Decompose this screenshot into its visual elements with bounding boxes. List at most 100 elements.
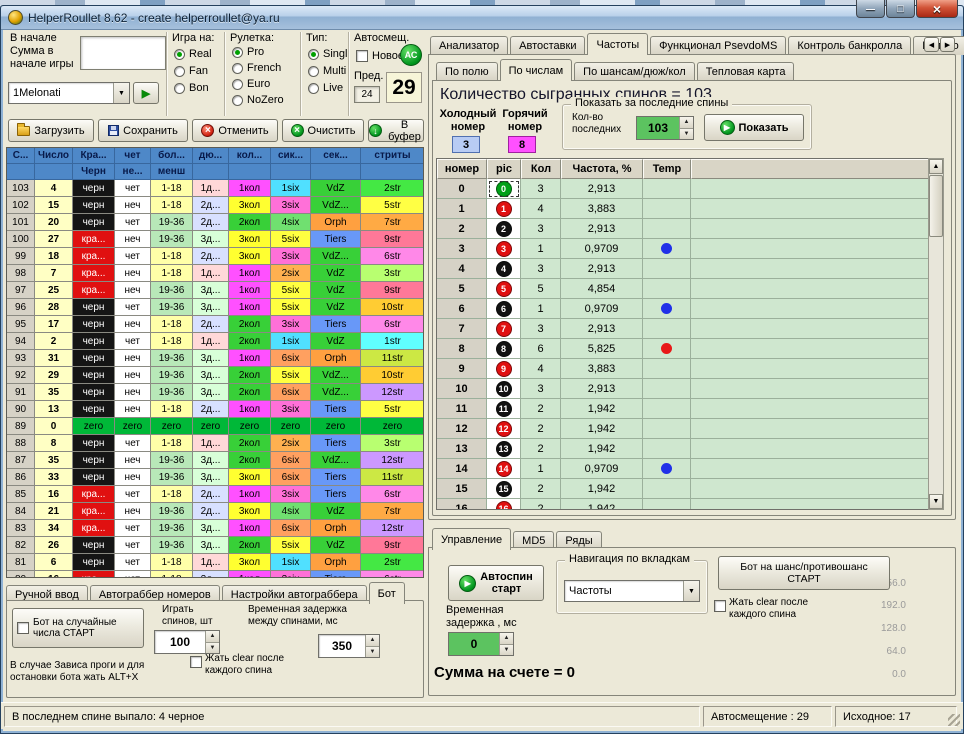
tab-item[interactable]: Контроль банкролла <box>788 36 911 55</box>
freq-row[interactable]: 161621,942 <box>437 499 943 510</box>
spin-up-icon[interactable] <box>680 117 693 128</box>
freq-row[interactable]: 1143,883 <box>437 199 943 219</box>
chevron-down-icon[interactable] <box>683 581 699 601</box>
buffer-button[interactable]: В буфер <box>368 119 424 142</box>
load-button[interactable]: Загрузить <box>8 119 94 142</box>
spin-down-icon[interactable] <box>366 646 379 658</box>
radio-option[interactable]: Pro <box>232 46 284 58</box>
minimize-button[interactable] <box>856 0 885 18</box>
history-row[interactable]: 8421кра...неч19-362д...3кол4sixVdZ7str <box>7 503 423 520</box>
radio-option[interactable]: Bon <box>174 82 212 94</box>
tab-item[interactable]: По числам <box>500 59 573 81</box>
freq-row[interactable]: 101032,913 <box>437 379 943 399</box>
radio-option[interactable]: Singl <box>308 48 347 60</box>
titlebar[interactable]: HelperRoullet 8.62 - create helperroulle… <box>1 6 963 30</box>
history-row[interactable]: 1034чернчет1-181д...1кол1sixVdZ2str <box>7 180 423 197</box>
tab-item[interactable]: Автоставки <box>510 36 585 55</box>
radio-option[interactable]: Real <box>174 48 212 60</box>
autospin-start-button[interactable]: Автоспин старт <box>448 565 544 601</box>
freq-row[interactable]: 3310,9709 <box>437 239 943 259</box>
tab-item[interactable]: Функционал PsevdoMS <box>650 36 786 55</box>
tab-scroll-left-button[interactable] <box>924 37 939 52</box>
history-row[interactable]: 9628чернчет19-363д...1кол5sixVdZ10str <box>7 299 423 316</box>
radio-option[interactable]: Multi <box>308 65 347 77</box>
show-button[interactable]: Показать <box>704 114 804 141</box>
history-row[interactable]: 942чернчет1-181д...2кол1sixVdZ1str <box>7 333 423 350</box>
last-count-spinner[interactable]: 103 <box>636 116 694 140</box>
tab-item[interactable]: Тепловая карта <box>697 62 795 81</box>
save-button[interactable]: Сохранить <box>98 119 188 142</box>
history-row[interactable]: 10120чернчет19-362д...2кол4sixOrph7str <box>7 214 423 231</box>
bot-delay-spinner[interactable]: 350 <box>318 634 380 658</box>
freq-row[interactable]: 7732,913 <box>437 319 943 339</box>
tab-item[interactable]: Анализатор <box>430 36 508 55</box>
radio-option[interactable]: French <box>232 62 284 74</box>
radio-option[interactable]: Live <box>308 82 347 94</box>
freq-row[interactable]: 9943,883 <box>437 359 943 379</box>
radio-option[interactable]: NoZero <box>232 94 284 106</box>
close-button[interactable] <box>916 0 958 18</box>
history-row[interactable]: 9331черннеч19-363д...1кол6sixOrph11str <box>7 350 423 367</box>
spin-up-icon[interactable] <box>366 635 379 646</box>
tab-item[interactable]: Частоты <box>587 33 648 55</box>
random-bot-start-button[interactable]: Бот на случайные числа СТАРТ <box>12 608 144 648</box>
maximize-button[interactable] <box>886 0 915 18</box>
control-delay-spinner[interactable]: 0 <box>448 632 514 656</box>
history-row[interactable]: 8633черннеч19-363д...3кол6sixTiers11str <box>7 469 423 486</box>
freq-row[interactable]: 131321,942 <box>437 439 943 459</box>
freq-row[interactable]: 8865,825 <box>437 339 943 359</box>
radio-option[interactable]: Euro <box>232 78 284 90</box>
freq-row[interactable]: 121221,942 <box>437 419 943 439</box>
history-row[interactable]: 9918кра...чет1-182д...3кол3sixVdZ...6str <box>7 248 423 265</box>
history-row[interactable]: 888чернчет1-181д...2кол2sixTiers3str <box>7 435 423 452</box>
scroll-thumb[interactable] <box>929 175 943 237</box>
spin-up-icon[interactable] <box>206 631 219 642</box>
scroll-down-icon[interactable] <box>929 494 943 509</box>
history-row[interactable]: 10215черннеч1-182д...3кол3sixVdZ...5str <box>7 197 423 214</box>
tab-item[interactable]: По полю <box>436 62 498 81</box>
history-row[interactable]: 8226чернчет19-363д...2кол5sixVdZ9str <box>7 537 423 554</box>
freq-row[interactable]: 111121,942 <box>437 399 943 419</box>
history-row[interactable]: 890zerozerozerozerozerozerozerozero <box>7 418 423 435</box>
history-row[interactable]: 8016кра...чет1-182д...1кол3sixTiers6str <box>7 571 423 578</box>
history-row[interactable]: 987кра...неч1-181д...1кол2sixVdZ3str <box>7 265 423 282</box>
tab-item[interactable]: По шансам/дюж/кол <box>574 62 695 81</box>
history-row[interactable]: 10027кра...неч19-363д...3кол5sixTiers9st… <box>7 231 423 248</box>
resize-grip[interactable] <box>948 714 960 726</box>
history-row[interactable]: 8516кра...чет1-182д...1кол3sixTiers6str <box>7 486 423 503</box>
frequency-table-scrollbar[interactable] <box>928 158 944 510</box>
start-sum-input[interactable] <box>80 36 166 70</box>
undo-button[interactable]: Отменить <box>192 119 278 142</box>
history-row[interactable]: 8334кра...чет19-363д...1кол6sixOrph12str <box>7 520 423 537</box>
chance-bot-start-button[interactable]: Бот на шанс/противошанс СТАРТ <box>718 556 890 590</box>
radio-option[interactable]: Fan <box>174 65 212 77</box>
history-row[interactable]: 9135черннеч19-363д...2кол6sixVdZ...12str <box>7 384 423 401</box>
history-row[interactable]: 9517черннеч1-182д...2кол3sixTiers6str <box>7 316 423 333</box>
spin-down-icon[interactable] <box>500 644 513 656</box>
history-row[interactable]: 9229черннеч19-363д...2кол5sixVdZ...10str <box>7 367 423 384</box>
control-clear-checkbox[interactable] <box>714 600 726 612</box>
nav-dropdown[interactable]: Частоты <box>564 580 700 602</box>
freq-row[interactable]: 5554,854 <box>437 279 943 299</box>
spin-down-icon[interactable] <box>680 128 693 140</box>
freq-row[interactable]: 2232,913 <box>437 219 943 239</box>
random-bot-checkbox[interactable] <box>17 622 29 634</box>
history-row[interactable]: 9725кра...неч19-363д...1кол5sixVdZ9str <box>7 282 423 299</box>
freq-row[interactable]: 0032,913 <box>437 179 943 199</box>
clear-button[interactable]: Очистить <box>282 119 364 142</box>
bot-clear-checkbox[interactable] <box>190 656 202 668</box>
history-row[interactable]: 816чернчет1-181д...3кол1sixOrph2str <box>7 554 423 571</box>
freq-row[interactable]: 4432,913 <box>437 259 943 279</box>
profile-combobox[interactable]: 1Melonati <box>8 82 130 104</box>
tab-item[interactable]: Бот <box>369 582 405 604</box>
spin-down-icon[interactable] <box>206 642 219 654</box>
freq-row[interactable]: 141410,9709 <box>437 459 943 479</box>
tab-scroll-right-button[interactable] <box>940 37 955 52</box>
autoshift-new-checkbox[interactable] <box>356 50 368 62</box>
freq-row[interactable]: 6610,9709 <box>437 299 943 319</box>
freq-row[interactable]: 151521,942 <box>437 479 943 499</box>
spins-count-spinner[interactable]: 100 <box>154 630 220 654</box>
history-row[interactable]: 9013черннеч1-182д...1кол3sixTiers5str <box>7 401 423 418</box>
history-row[interactable]: 8735черннеч19-363д...2кол6sixVdZ...12str <box>7 452 423 469</box>
scroll-up-icon[interactable] <box>929 159 943 174</box>
